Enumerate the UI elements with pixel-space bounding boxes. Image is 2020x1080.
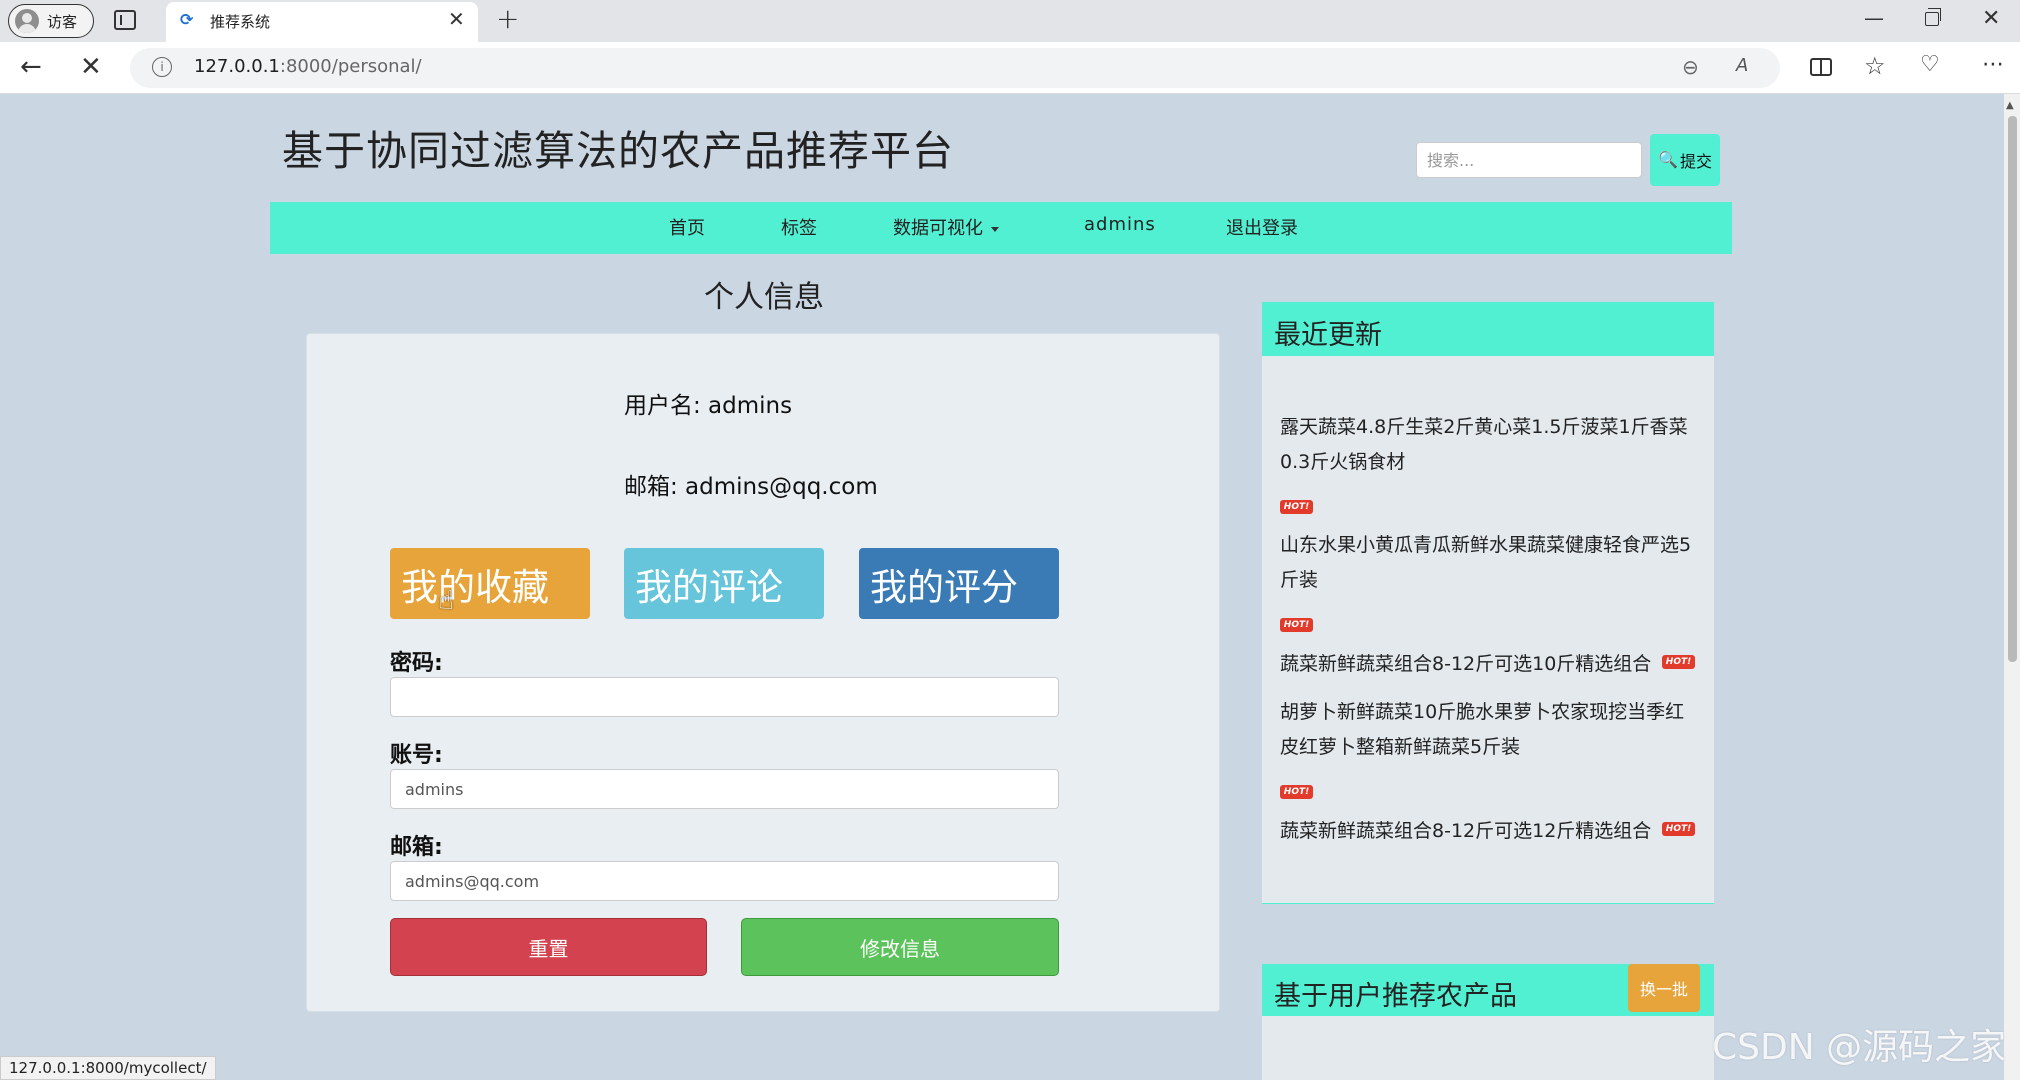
personal-panel [306, 333, 1220, 1012]
search-submit-button[interactable]: 🔍 提交 [1650, 134, 1720, 186]
split-screen-icon[interactable] [1810, 58, 1832, 76]
recommend-title: 基于用户推荐农产品 [1274, 981, 1517, 1012]
nav-visualization-label: 数据可视化 [893, 218, 983, 239]
hand-cursor-icon: ☝ [438, 586, 454, 616]
hot-badge-icon: HOT! [1662, 655, 1695, 669]
main-navbar [270, 202, 1732, 254]
scroll-up-icon[interactable]: ▲ [2006, 100, 2014, 111]
email-field[interactable] [390, 861, 1059, 901]
password-label: 密码: [390, 651, 443, 676]
hot-badge-icon: HOT! [1280, 500, 1313, 514]
site-title: 基于协同过滤算法的农产品推荐平台 [282, 127, 954, 175]
recent-item[interactable]: 山东水果小黄瓜青瓜新鲜水果蔬菜健康轻食严选5斤装 [1280, 528, 1700, 598]
hot-badge-icon: HOT! [1662, 822, 1695, 836]
site-info-icon[interactable]: i [152, 57, 172, 77]
scrollbar-thumb[interactable] [2008, 116, 2017, 662]
window-close-icon[interactable]: ✕ [1982, 6, 2000, 31]
password-field[interactable] [390, 677, 1059, 717]
close-tab-icon[interactable]: ✕ [448, 7, 465, 31]
recent-item[interactable]: 胡萝卜新鲜蔬菜10斤脆水果萝卜农家现挖当季红皮红萝卜整箱新鲜蔬菜5斤装 [1280, 695, 1700, 765]
personal-heading: 个人信息 [704, 280, 824, 315]
new-tab-icon[interactable]: + [496, 2, 519, 35]
nav-visualization[interactable]: 数据可视化 [893, 214, 999, 240]
loading-icon: ⟳ [180, 10, 194, 29]
nav-home[interactable]: 首页 [669, 214, 705, 240]
hot-badge-icon: HOT! [1280, 785, 1313, 799]
search-input[interactable] [1416, 142, 1642, 178]
nav-tags[interactable]: 标签 [781, 214, 817, 240]
favorites-icon[interactable]: ☆ [1864, 52, 1886, 80]
stop-loading-icon[interactable]: ✕ [80, 52, 102, 82]
browser-essentials-icon[interactable]: ♡ [1920, 52, 1940, 77]
tab-title: 推荐系统 [210, 13, 271, 31]
update-info-button[interactable]: 修改信息 [741, 918, 1059, 976]
watermark: CSDN @源码之家 [1712, 1027, 2007, 1068]
account-field[interactable] [390, 769, 1059, 809]
search-submit-label: 提交 [1679, 154, 1712, 171]
username-text: 用户名: admins [624, 393, 793, 419]
more-menu-icon[interactable]: ⋯ [1982, 52, 2004, 77]
recent-updates-title: 最近更新 [1274, 320, 1382, 351]
profile-button[interactable]: 访客 [8, 4, 94, 38]
avatar-icon [15, 9, 39, 33]
minimize-icon[interactable]: — [1864, 6, 1884, 30]
back-icon[interactable]: ← [20, 52, 42, 82]
read-aloud-icon[interactable]: A [1736, 55, 1748, 76]
reset-button[interactable]: 重置 [390, 918, 707, 976]
recent-item[interactable]: 露天蔬菜4.8斤生菜2斤黄心菜1.5斤菠菜1斤香菜0.3斤火锅食材 [1280, 410, 1700, 480]
account-label: 账号: [390, 743, 443, 768]
restore-icon[interactable] [1925, 8, 1941, 26]
hot-badge-icon: HOT! [1280, 618, 1313, 632]
my-favorites-button[interactable]: 我的收藏 [390, 548, 590, 619]
dropdown-caret-icon [991, 226, 999, 232]
nav-logout[interactable]: 退出登录 [1226, 214, 1298, 240]
search-icon: 🔍 [1658, 152, 1678, 169]
url-text: 127.0.0.1:8000/personal/ [194, 56, 422, 77]
profile-label: 访客 [47, 12, 78, 31]
status-bar-url: 127.0.0.1:8000/mycollect/ [0, 1056, 216, 1080]
my-ratings-button[interactable]: 我的评分 [859, 548, 1059, 619]
recommend-body [1262, 1016, 1714, 1080]
zoom-icon[interactable]: ⊖ [1682, 55, 1699, 79]
email-text: 邮箱: admins@qq.com [624, 474, 878, 500]
nav-user[interactable]: admins [1084, 214, 1156, 235]
refresh-batch-button[interactable]: 换一批 [1628, 964, 1700, 1012]
email-label: 邮箱: [390, 835, 443, 860]
tab-actions-icon[interactable] [114, 10, 136, 30]
recent-item[interactable]: 蔬菜新鲜蔬菜组合8-12斤可选12斤精选组合 [1280, 814, 1660, 849]
my-comments-button[interactable]: 我的评论 [624, 548, 824, 619]
recent-item[interactable]: 蔬菜新鲜蔬菜组合8-12斤可选10斤精选组合 [1280, 647, 1660, 682]
